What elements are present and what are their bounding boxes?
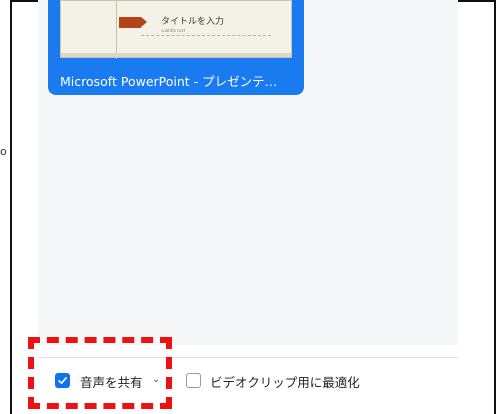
slide-title-text: タイトルを入力 — [161, 17, 225, 27]
slide-guide-line — [116, 1, 117, 59]
side-mark: o — [0, 145, 7, 158]
slide-subtitle-text: subtitle text — [161, 28, 186, 33]
optimize-video-label[interactable]: ビデオクリップ用に最適化 — [210, 372, 360, 391]
slide-ribbon-shape — [119, 17, 147, 28]
window-thumbnail: タイトルを入力 subtitle text — [60, 0, 292, 59]
slide-status-strip — [61, 53, 291, 57]
share-item-caption: Microsoft PowerPoint - プレゼンテ… — [60, 74, 278, 89]
optimize-video-checkbox[interactable] — [186, 373, 201, 388]
share-item-powerpoint[interactable]: タイトルを入力 subtitle text Microsoft PowerPoi… — [48, 0, 304, 95]
highlight-annotation — [28, 337, 172, 409]
slide-dashed-line — [141, 35, 271, 36]
